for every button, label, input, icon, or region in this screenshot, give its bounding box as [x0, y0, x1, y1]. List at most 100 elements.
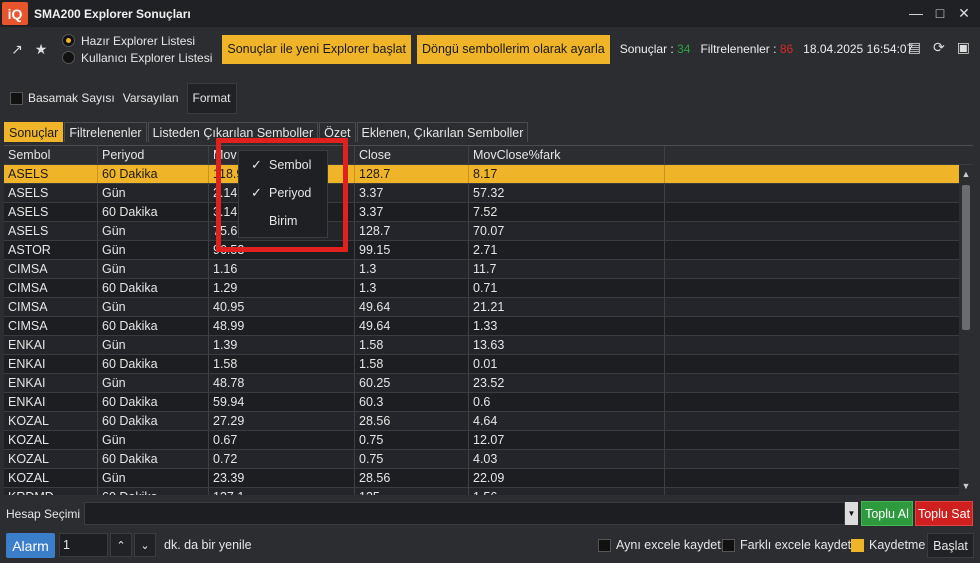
cell-period: 60 Dakika: [98, 393, 209, 411]
sell-all-button[interactable]: Toplu Sat: [915, 501, 973, 526]
table-row[interactable]: KOZAL Gün 23.39 28.56 22.09: [4, 469, 973, 488]
cell-symbol: ASELS: [4, 222, 98, 240]
save-option[interactable]: Kaydetme: [851, 538, 925, 552]
same-excel-option[interactable]: Aynı excele kaydet.: [598, 538, 724, 552]
tab-filtered[interactable]: Filtrelenenler: [64, 122, 147, 142]
cell-period: 60 Dakika: [98, 450, 209, 468]
spin-up-icon[interactable]: ⌃: [110, 533, 132, 557]
decimal-checkbox[interactable]: [10, 91, 23, 105]
cell-movclose-diff: 12.07: [469, 431, 665, 449]
scroll-up-icon[interactable]: ▲: [959, 167, 973, 181]
export-icon[interactable]: ↗: [6, 38, 28, 60]
document-icon[interactable]: ▤: [908, 39, 921, 56]
diff-excel-option[interactable]: Farklı excele kaydet.: [722, 538, 855, 552]
chevron-down-icon[interactable]: ▼: [845, 502, 858, 525]
radio-user-explorer[interactable]: Kullanıcı Explorer Listesi: [62, 51, 212, 65]
tab-summary[interactable]: Özet: [319, 122, 356, 142]
table-row[interactable]: ASTOR Gün 96.53 99.15 2.71: [4, 241, 973, 260]
cell-movclose-diff: 0.6: [469, 393, 665, 411]
cell-close: 60.3: [355, 393, 469, 411]
tab-added-removed-symbols[interactable]: Eklenen, Çıkarılan Semboller: [356, 122, 529, 142]
table-row[interactable]: ASELS 60 Dakika 118.9 128.7 8.17: [4, 165, 973, 184]
cell-symbol: ENKAI: [4, 374, 98, 392]
table-row[interactable]: ENKAI Gün 48.78 60.25 23.52: [4, 374, 973, 393]
table-row[interactable]: KOZAL 60 Dakika 27.29 28.56 4.64: [4, 412, 973, 431]
cell-symbol: ENKAI: [4, 393, 98, 411]
scroll-down-icon[interactable]: ▼: [959, 479, 973, 493]
cell-mov: 0.67: [209, 431, 355, 449]
format-button[interactable]: Format: [186, 82, 237, 114]
cell-close: 0.75: [355, 431, 469, 449]
diff-excel-checkbox[interactable]: [722, 538, 735, 552]
cell-mov: 1.16: [209, 260, 355, 278]
save-checkbox[interactable]: [851, 538, 864, 552]
table-row[interactable]: ASELS Gün 75.68 128.7 70.07: [4, 222, 973, 241]
cell-period: Gün: [98, 184, 209, 202]
scroll-thumb[interactable]: [962, 185, 970, 330]
table-row[interactable]: CIMSA 60 Dakika 1.29 1.3 0.71: [4, 279, 973, 298]
menu-item-unit[interactable]: Birim: [239, 207, 327, 235]
cycle-symbols-button[interactable]: Döngü sembollerim olarak ayarla: [416, 34, 610, 64]
account-select[interactable]: [84, 502, 845, 525]
cell-symbol: KOZAL: [4, 412, 98, 430]
table-row[interactable]: ENKAI Gün 1.39 1.58 13.63: [4, 336, 973, 355]
table-row[interactable]: KRDMD60 Dakika137.11351.56: [4, 488, 973, 495]
alarm-button[interactable]: Alarm: [6, 533, 55, 558]
cell-period: 60 Dakika: [98, 355, 209, 373]
buy-all-button[interactable]: Toplu Al: [861, 501, 913, 526]
star-icon[interactable]: ★: [30, 38, 52, 60]
cell-movclose-diff: 0.01: [469, 355, 665, 373]
radio-indicator[interactable]: [62, 34, 75, 47]
alarm-row: Alarm 1 ⌃ ⌄ dk. da bir yenile Aynı excel…: [0, 530, 980, 560]
table-row[interactable]: ENKAI 60 Dakika 59.94 60.3 0.6: [4, 393, 973, 412]
table-row[interactable]: KOZAL Gün 0.67 0.75 12.07: [4, 431, 973, 450]
table-row[interactable]: ASELS 60 Dakika 3.14 3.37 7.52: [4, 203, 973, 222]
results-count: 34: [677, 42, 691, 56]
refresh-suffix: dk. da bir yenile: [164, 538, 252, 552]
cell-movclose-diff: 4.03: [469, 450, 665, 468]
cell-symbol: ASELS: [4, 165, 98, 183]
filtered-stat: Filtrelenenler : 86: [700, 42, 793, 56]
menu-item-period[interactable]: ✓ Periyod: [239, 179, 327, 207]
minimize-icon[interactable]: —: [906, 2, 926, 24]
grid-header: Sembol Periyod Mov Close MovClose%fark: [4, 146, 973, 165]
col-header-movclose-diff[interactable]: MovClose%fark: [469, 146, 665, 164]
new-explorer-button[interactable]: Sonuçlar ile yeni Explorer başlat: [222, 34, 411, 64]
decimal-value[interactable]: Varsayılan: [123, 91, 179, 105]
spin-down-icon[interactable]: ⌄: [134, 533, 156, 557]
cell-close: 135: [355, 488, 469, 495]
same-excel-checkbox[interactable]: [598, 538, 611, 552]
explorer-list-radio-group: Hazır Explorer Listesi Kullanıcı Explore…: [62, 34, 212, 65]
table-row[interactable]: KOZAL 60 Dakika 0.72 0.75 4.03: [4, 450, 973, 469]
refresh-interval-input[interactable]: 1: [59, 533, 108, 557]
menu-item-symbol[interactable]: ✓ Sembol: [239, 151, 327, 179]
col-header-symbol[interactable]: Sembol: [4, 146, 98, 164]
table-row[interactable]: ENKAI 60 Dakika 1.58 1.58 0.01: [4, 355, 973, 374]
col-header-close[interactable]: Close: [355, 146, 469, 164]
cell-mov: 96.53: [209, 241, 355, 259]
radio-indicator[interactable]: [62, 51, 75, 64]
table-row[interactable]: CIMSA Gün 1.16 1.3 11.7: [4, 260, 973, 279]
check-icon: ✓: [251, 185, 262, 200]
cell-symbol: ASELS: [4, 203, 98, 221]
cell-symbol: CIMSA: [4, 260, 98, 278]
cell-period: 60 Dakika: [98, 203, 209, 221]
table-row[interactable]: ASELS Gün 2.14 3.37 57.32: [4, 184, 973, 203]
table-row[interactable]: CIMSA Gün 40.95 49.64 21.21: [4, 298, 973, 317]
start-button[interactable]: Başlat: [927, 533, 974, 558]
cell-movclose-diff: 13.63: [469, 336, 665, 354]
maximize-icon[interactable]: □: [930, 2, 950, 24]
cell-mov: 1.58: [209, 355, 355, 373]
tab-removed-symbols[interactable]: Listeden Çıkarılan Semboller: [147, 122, 319, 142]
vertical-scrollbar[interactable]: ▲ ▼: [959, 165, 973, 495]
radio-ready-explorer[interactable]: Hazır Explorer Listesi: [62, 34, 212, 48]
refresh-icon[interactable]: ⟳: [933, 39, 945, 56]
table-row[interactable]: CIMSA 60 Dakika 48.99 49.64 1.33: [4, 317, 973, 336]
options-row: Basamak Sayısı Varsayılan Format: [0, 82, 237, 114]
close-icon[interactable]: ✕: [954, 2, 974, 24]
col-header-period[interactable]: Periyod: [98, 146, 209, 164]
save-icon[interactable]: ▣: [957, 39, 970, 56]
menu-item-label: Periyod: [269, 186, 312, 200]
results-grid[interactable]: Sembol Periyod Mov Close MovClose%fark A…: [4, 145, 973, 495]
tab-results[interactable]: Sonuçlar: [4, 122, 64, 142]
